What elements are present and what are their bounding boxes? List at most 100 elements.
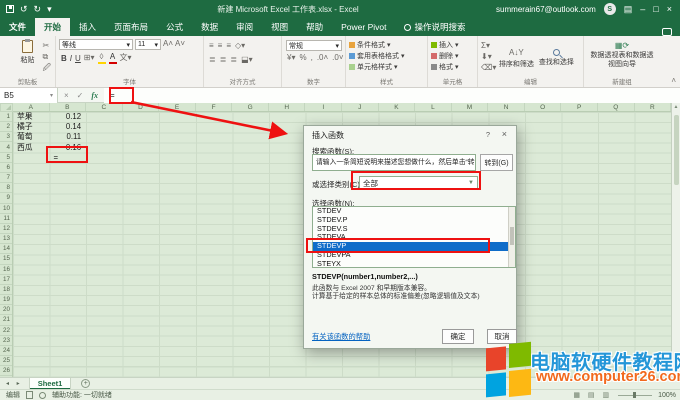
avatar[interactable]: S — [604, 3, 616, 15]
account-email[interactable]: summerain67@outlook.com — [496, 5, 596, 14]
comma-icon[interactable]: , — [311, 53, 313, 63]
find-select-button[interactable]: 查找和选择 — [536, 39, 576, 77]
decrease-decimal-icon[interactable]: .0˅ — [332, 53, 343, 63]
row-header-22[interactable]: 22 — [0, 326, 12, 336]
row-header-15[interactable]: 15 — [0, 254, 12, 264]
column-header-J[interactable]: J — [342, 103, 379, 112]
ribbon-display-options-icon[interactable]: ▤ — [624, 4, 633, 15]
save-icon[interactable] — [6, 5, 14, 13]
borders-icon[interactable]: ⊞▾ — [84, 53, 95, 63]
sort-filter-button[interactable]: A↓Y 排序和筛选 — [496, 39, 536, 77]
new-sheet-icon[interactable]: + — [81, 379, 90, 388]
column-header-G[interactable]: G — [232, 103, 269, 112]
row-header-18[interactable]: 18 — [0, 285, 12, 295]
italic-button[interactable]: I — [70, 54, 72, 63]
column-header-D[interactable]: D — [123, 103, 160, 112]
vertical-scrollbar-thumb[interactable] — [674, 115, 679, 185]
ribbon-tab-公式[interactable]: 公式 — [157, 18, 192, 36]
minimize-button[interactable]: – — [640, 4, 645, 14]
comments-icon[interactable] — [662, 28, 672, 36]
row-header-25[interactable]: 25 — [0, 356, 12, 366]
select-all-corner[interactable] — [0, 103, 13, 112]
row-header-8[interactable]: 8 — [0, 183, 12, 193]
font-color-icon[interactable]: A — [109, 52, 117, 64]
row-header-2[interactable]: 2 — [0, 122, 12, 132]
styles-item-1[interactable]: 条件格式 ▾ — [349, 39, 424, 50]
cells-item-1[interactable]: 插入 ▾ — [431, 39, 474, 50]
decrease-font-icon[interactable]: A˅ — [175, 39, 185, 50]
font-name-select[interactable]: 等线▾ — [59, 39, 133, 50]
cells-item-3[interactable]: 格式 ▾ — [431, 61, 474, 72]
insert-function-icon[interactable]: fx — [91, 91, 98, 100]
redo-icon[interactable]: ↻ — [34, 5, 42, 14]
row-header-11[interactable]: 11 — [0, 214, 12, 224]
cell-B5[interactable]: = — [50, 153, 87, 163]
cell-B4[interactable]: 0.16 — [50, 143, 87, 153]
go-button[interactable]: 转到(G) — [480, 154, 513, 171]
scroll-up-icon[interactable]: ▲ — [672, 104, 680, 110]
zoom-slider[interactable] — [618, 395, 652, 396]
function-list[interactable]: STDEVSTDEV.PSTDEV.SSTDEVASTDEVPSTDEVPAST… — [312, 206, 516, 268]
row-header-1[interactable]: 1 — [0, 112, 12, 122]
font-size-select[interactable]: 11▾ — [135, 39, 161, 50]
orientation-icon[interactable]: ◇▾ — [235, 41, 245, 51]
cancel-button[interactable]: 取消 — [487, 329, 517, 344]
row-header-19[interactable]: 19 — [0, 295, 12, 305]
formula-input[interactable]: = — [104, 88, 680, 103]
percent-icon[interactable]: % — [299, 53, 306, 63]
row-header-9[interactable]: 9 — [0, 193, 12, 203]
column-header-P[interactable]: P — [561, 103, 598, 112]
cell-A1[interactable]: 苹果 — [13, 112, 50, 122]
row-header-12[interactable]: 12 — [0, 224, 12, 234]
function-list-scrollbar[interactable] — [508, 207, 515, 267]
dialog-title-bar[interactable]: 插入函数 ? × — [304, 126, 516, 143]
row-header-14[interactable]: 14 — [0, 244, 12, 254]
cell-B3[interactable]: 0.11 — [50, 132, 87, 142]
increase-decimal-icon[interactable]: .0˄ — [317, 53, 328, 63]
fill-color-icon[interactable]: ◊ — [98, 52, 106, 64]
row-header-5[interactable]: 5 — [0, 153, 12, 163]
row-header-13[interactable]: 13 — [0, 234, 12, 244]
zoom-level[interactable]: 100% — [658, 392, 676, 399]
column-header-R[interactable]: R — [635, 103, 671, 112]
format-painter-icon[interactable]: 🖉 — [42, 63, 51, 73]
function-item-STDEVPA[interactable]: STDEVPA — [313, 251, 515, 260]
align-top-icon[interactable]: ≡ — [209, 41, 214, 51]
column-header-O[interactable]: O — [525, 103, 562, 112]
styles-item-2[interactable]: 套用表格格式 ▾ — [349, 50, 424, 61]
row-header-23[interactable]: 23 — [0, 336, 12, 346]
view-shortcuts-icons[interactable]: ▦ ▤ ▥ — [573, 391, 612, 399]
column-header-B[interactable]: B — [50, 103, 87, 112]
row-header-17[interactable]: 17 — [0, 275, 12, 285]
column-header-K[interactable]: K — [379, 103, 416, 112]
dialog-help-icon[interactable]: ? — [486, 130, 490, 139]
align-right-icon[interactable]: ≣ — [230, 55, 237, 65]
ribbon-tab-视图[interactable]: 视图 — [262, 18, 297, 36]
currency-icon[interactable]: ¥▾ — [287, 53, 295, 63]
align-center-icon[interactable]: ≣ — [220, 55, 227, 65]
cell-A2[interactable]: 橘子 — [13, 122, 50, 132]
search-function-input[interactable]: 请输入一条简短说明来描述您想做什么，然后单击“转到” — [312, 154, 476, 171]
close-button[interactable]: × — [667, 4, 672, 14]
column-header-E[interactable]: E — [159, 103, 196, 112]
ribbon-tab-数据[interactable]: 数据 — [192, 18, 227, 36]
cell-A3[interactable]: 葡萄 — [13, 132, 50, 142]
row-header-24[interactable]: 24 — [0, 346, 12, 356]
align-bottom-icon[interactable]: ≡ — [226, 41, 231, 51]
merge-center-icon[interactable]: ⬓▾ — [241, 55, 253, 65]
fill-icon[interactable]: ⬇▾ — [481, 52, 496, 62]
bold-button[interactable]: B — [61, 54, 67, 63]
row-header-3[interactable]: 3 — [0, 132, 12, 142]
function-item-STEYX[interactable]: STEYX — [313, 260, 515, 268]
column-header-M[interactable]: M — [452, 103, 489, 112]
column-header-H[interactable]: H — [269, 103, 306, 112]
row-header-10[interactable]: 10 — [0, 204, 12, 214]
copy-icon[interactable]: ⧉ — [42, 52, 51, 62]
name-box-dropdown-icon[interactable]: ▾ — [50, 92, 53, 99]
function-list-scrollbar-thumb[interactable] — [510, 227, 514, 245]
row-header-21[interactable]: 21 — [0, 315, 12, 325]
row-header-26[interactable]: 26 — [0, 366, 12, 376]
phonetic-guide-icon[interactable]: 文▾ — [120, 53, 132, 63]
column-header-Q[interactable]: Q — [598, 103, 635, 112]
column-header-L[interactable]: L — [415, 103, 452, 112]
